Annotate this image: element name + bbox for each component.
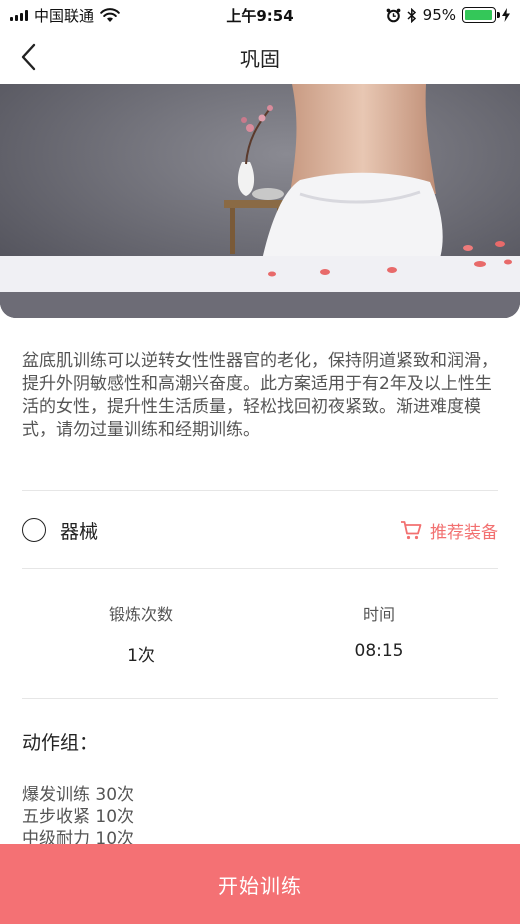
stat-count: 锻炼次数 1次 (22, 600, 260, 666)
action-group-title: 动作组： (22, 732, 99, 754)
bluetooth-icon (407, 7, 416, 23)
charging-icon (502, 8, 510, 22)
stat-label: 锻炼次数 (108, 605, 173, 624)
action-item: 爆发训练 30次 (22, 785, 135, 805)
alarm-icon (386, 8, 401, 22)
stat-time: 时间 08:15 (260, 600, 498, 666)
recommend-equipment-link[interactable]: 推荐装备 (400, 518, 498, 543)
nav-bar: 巩固 (0, 30, 520, 84)
page-title: 巩固 (240, 46, 280, 71)
screen: 中国联通 上午9:54 95% 巩固 盆底肌训练可以逆转女性性器官的老化，保持阴… (0, 0, 520, 924)
stat-label: 时间 (362, 605, 395, 624)
action-list: 爆发训练 30次 五步收紧 10次 中级耐力 10次 (22, 784, 134, 850)
divider (22, 698, 498, 699)
chevron-left-icon (21, 43, 36, 71)
equipment-row: 器械 推荐装备 (22, 508, 498, 552)
hero-image (0, 84, 520, 318)
carrier-label: 中国联通 (34, 6, 95, 25)
equipment-radio[interactable] (22, 518, 46, 542)
signal-icon (10, 9, 28, 21)
description-text: 盆底肌训练可以逆转女性性器官的老化，保持阴道紧致和润滑，提升外阴敏感性和高潮兴奋… (22, 351, 498, 440)
equipment-toggle[interactable]: 器械 (22, 517, 98, 544)
divider (22, 568, 498, 569)
start-training-button[interactable]: 开始训练 (0, 844, 520, 924)
stat-value: 1次 (127, 646, 155, 666)
action-item: 五步收紧 10次 (22, 807, 135, 827)
stats-row: 锻炼次数 1次 时间 08:15 (22, 600, 498, 666)
equipment-label: 器械 (60, 520, 99, 543)
wifi-icon (100, 7, 120, 22)
stat-value: 08:15 (354, 641, 404, 661)
battery-percent: 95% (422, 6, 456, 24)
recommend-label: 推荐装备 (430, 522, 498, 543)
divider (22, 490, 498, 491)
cart-icon (401, 521, 422, 540)
back-button[interactable] (14, 41, 44, 73)
battery-icon (462, 7, 500, 23)
status-bar: 中国联通 上午9:54 95% (0, 0, 520, 30)
